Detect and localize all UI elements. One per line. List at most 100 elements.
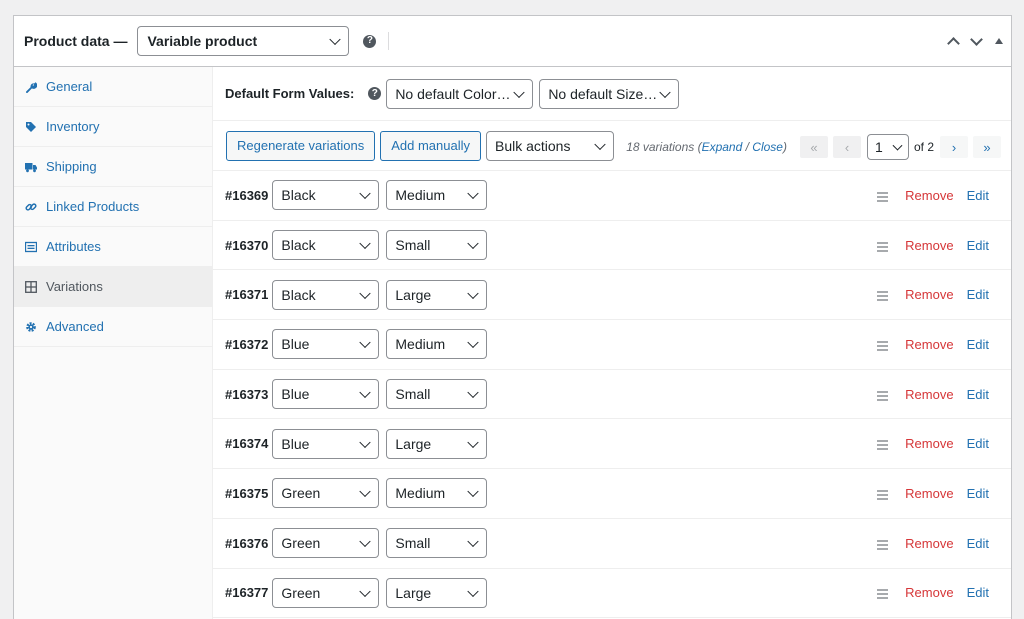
chevron-down-icon bbox=[467, 436, 480, 448]
regenerate-variations-button[interactable]: Regenerate variations bbox=[226, 130, 376, 161]
variation-color-select[interactable]: Blue bbox=[272, 428, 380, 459]
variation-size-select[interactable]: Small bbox=[386, 379, 488, 410]
edit-link[interactable]: Edit bbox=[967, 585, 989, 600]
next-page-button[interactable]: › bbox=[940, 136, 968, 158]
drag-handle-icon[interactable] bbox=[877, 191, 889, 202]
tab-attributes[interactable]: Attributes bbox=[14, 227, 212, 267]
chevron-down-icon bbox=[359, 237, 372, 250]
first-page-button[interactable]: « bbox=[799, 136, 828, 158]
variation-size-select[interactable]: Medium bbox=[386, 180, 488, 211]
variation-color-select[interactable]: Green bbox=[272, 577, 380, 608]
edit-link[interactable]: Edit bbox=[967, 387, 989, 402]
tab-advanced[interactable]: Advanced bbox=[14, 307, 212, 347]
variation-size-select[interactable]: Small bbox=[386, 230, 488, 261]
variation-color-select[interactable]: Green bbox=[272, 528, 380, 559]
drag-handle-icon[interactable] bbox=[877, 291, 889, 302]
default-size-select[interactable]: No default Size… bbox=[539, 78, 680, 109]
row-actions: Remove Edit bbox=[877, 569, 989, 618]
variation-color-select[interactable]: Black bbox=[272, 180, 380, 211]
row-actions: Remove Edit bbox=[877, 320, 989, 369]
product-data-panel: Product data — Variable product ? Genera… bbox=[13, 15, 1012, 619]
variation-row[interactable]: #16377 Green Large Remove Edit bbox=[213, 569, 1011, 619]
product-type-select[interactable]: Variable product bbox=[137, 26, 350, 56]
remove-link[interactable]: Remove bbox=[905, 387, 953, 402]
remove-link[interactable]: Remove bbox=[905, 287, 953, 302]
tab-shipping[interactable]: Shipping bbox=[14, 147, 212, 187]
page-total: of 2 bbox=[913, 140, 934, 154]
drag-handle-icon[interactable] bbox=[877, 241, 889, 252]
add-manually-button[interactable]: Add manually bbox=[380, 130, 481, 161]
tab-label: General bbox=[46, 79, 93, 94]
variation-id: #16373 bbox=[225, 386, 269, 402]
row-actions: Remove Edit bbox=[877, 419, 989, 468]
variation-color-select[interactable]: Green bbox=[272, 478, 380, 509]
variation-row[interactable]: #16370 Black Small Remove Edit bbox=[213, 221, 1011, 271]
variation-row[interactable]: #16376 Green Small Remove Edit bbox=[213, 519, 1011, 569]
tab-variations[interactable]: Variations bbox=[14, 267, 212, 307]
move-down-icon[interactable] bbox=[970, 32, 983, 46]
chevron-down-icon bbox=[359, 337, 372, 349]
tab-label: Attributes bbox=[46, 239, 101, 254]
variation-color-select[interactable]: Blue bbox=[272, 379, 380, 410]
edit-link[interactable]: Edit bbox=[967, 337, 989, 352]
remove-link[interactable]: Remove bbox=[905, 337, 953, 352]
variation-color-select[interactable]: Blue bbox=[272, 329, 380, 360]
tab-linked-products[interactable]: Linked Products bbox=[14, 187, 212, 227]
move-up-icon[interactable] bbox=[947, 37, 960, 50]
variation-size-select[interactable]: Medium bbox=[386, 478, 488, 509]
edit-link[interactable]: Edit bbox=[967, 486, 989, 501]
default-color-select[interactable]: No default Color… bbox=[386, 78, 534, 109]
variation-row[interactable]: #16371 Black Large Remove Edit bbox=[213, 270, 1011, 321]
edit-link[interactable]: Edit bbox=[967, 436, 989, 451]
drag-handle-icon[interactable] bbox=[877, 390, 889, 401]
remove-link[interactable]: Remove bbox=[905, 486, 953, 501]
expand-link[interactable]: Expand bbox=[702, 140, 743, 154]
variation-id: #16372 bbox=[225, 336, 269, 352]
chevron-down-icon bbox=[513, 86, 525, 98]
chevron-down-icon bbox=[359, 188, 372, 200]
variation-row[interactable]: #16372 Blue Medium Remove Edit bbox=[213, 320, 1011, 370]
variation-size-select[interactable]: Large bbox=[386, 279, 488, 310]
chevron-down-icon bbox=[467, 287, 480, 299]
drag-handle-icon[interactable] bbox=[877, 340, 889, 351]
drag-handle-icon[interactable] bbox=[877, 539, 889, 550]
chevron-down-icon bbox=[359, 386, 372, 399]
tab-inventory[interactable]: Inventory bbox=[14, 107, 212, 147]
remove-link[interactable]: Remove bbox=[905, 536, 953, 551]
variation-size-select[interactable]: Small bbox=[386, 528, 488, 559]
variation-color-select[interactable]: Black bbox=[272, 230, 380, 261]
variation-id: #16376 bbox=[225, 535, 269, 551]
drag-handle-icon[interactable] bbox=[877, 589, 889, 600]
tab-general[interactable]: General bbox=[14, 67, 212, 107]
page-select[interactable]: 1 bbox=[866, 134, 909, 160]
variation-row[interactable]: #16373 Blue Small Remove Edit bbox=[213, 370, 1011, 420]
remove-link[interactable]: Remove bbox=[905, 585, 953, 600]
remove-link[interactable]: Remove bbox=[905, 436, 953, 451]
variation-size-select[interactable]: Large bbox=[386, 428, 488, 459]
variation-size-select[interactable]: Large bbox=[386, 577, 488, 608]
variation-size-select[interactable]: Medium bbox=[386, 329, 488, 360]
variation-row[interactable]: #16375 Green Medium Remove Edit bbox=[213, 469, 1011, 519]
collapse-toggle-icon[interactable] bbox=[995, 38, 1003, 44]
bulk-actions-select[interactable]: Bulk actions bbox=[485, 130, 614, 161]
variation-id: #16369 bbox=[225, 187, 269, 203]
help-icon[interactable]: ? bbox=[368, 87, 382, 100]
last-page-button[interactable]: » bbox=[973, 136, 1001, 158]
product-type-value: Variable product bbox=[147, 33, 258, 49]
chevron-down-icon bbox=[359, 585, 372, 597]
edit-link[interactable]: Edit bbox=[967, 287, 989, 302]
variation-row[interactable]: #16374 Blue Large Remove Edit bbox=[213, 419, 1011, 470]
remove-link[interactable]: Remove bbox=[905, 188, 953, 203]
help-icon[interactable]: ? bbox=[363, 34, 377, 48]
drag-handle-icon[interactable] bbox=[877, 440, 889, 451]
edit-link[interactable]: Edit bbox=[967, 188, 989, 203]
close-link[interactable]: Close bbox=[752, 140, 783, 154]
variation-color-select[interactable]: Black bbox=[272, 279, 380, 310]
chevron-down-icon bbox=[892, 140, 903, 151]
prev-page-button[interactable]: ‹ bbox=[832, 136, 861, 158]
drag-handle-icon[interactable] bbox=[877, 489, 889, 500]
edit-link[interactable]: Edit bbox=[967, 238, 989, 253]
variation-row[interactable]: #16369 Black Medium Remove Edit bbox=[213, 171, 1011, 221]
edit-link[interactable]: Edit bbox=[967, 536, 989, 551]
remove-link[interactable]: Remove bbox=[905, 238, 953, 253]
